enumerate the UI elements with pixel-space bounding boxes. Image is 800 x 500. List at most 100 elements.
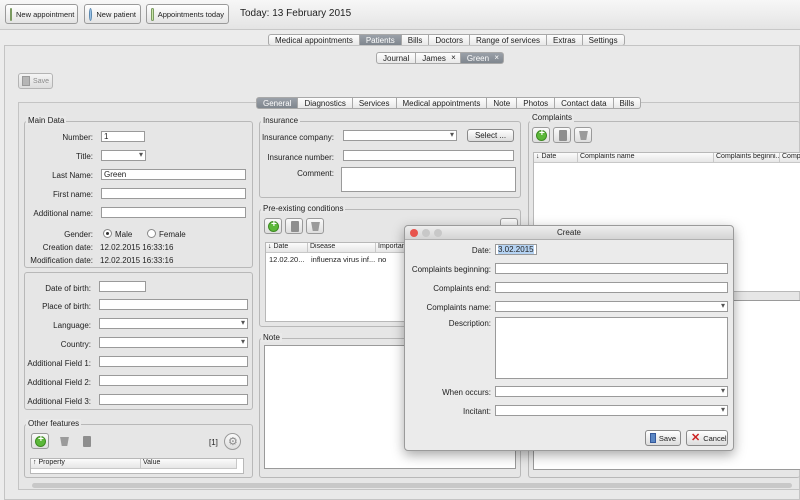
clear-condition-button[interactable] — [306, 218, 324, 234]
bucket-icon — [579, 131, 588, 140]
comment-field[interactable] — [341, 167, 516, 192]
gender-label: Gender: — [64, 230, 93, 239]
additional-field-3-label: Additional Field 3: — [27, 397, 91, 406]
delete-condition-button[interactable] — [285, 218, 303, 234]
calendar-add-icon — [10, 7, 12, 21]
tab-general[interactable]: General — [256, 97, 299, 109]
delete-complaint-button[interactable] — [553, 127, 571, 143]
additional-name-field[interactable] — [101, 207, 246, 218]
dob-label: Date of birth: — [45, 284, 91, 293]
trash-icon — [559, 130, 567, 141]
additional-field-3[interactable] — [99, 394, 248, 405]
tab-medical-appointments-detail[interactable]: Medical appointments — [396, 97, 488, 109]
tab-patient-james[interactable]: James × — [416, 52, 461, 64]
complaints-end-field[interactable] — [495, 282, 728, 293]
dialog-save-button[interactable]: Save — [645, 430, 681, 446]
insurance-number-field[interactable] — [343, 150, 514, 161]
tab-contact-data[interactable]: Contact data — [555, 97, 614, 109]
add-complaint-button[interactable] — [532, 127, 550, 143]
dob-field[interactable] — [99, 281, 146, 292]
col-complaints-beginning[interactable]: Complaints beginni... — [714, 153, 780, 163]
complaints-name-label: Complaints name: — [426, 303, 491, 312]
incitant-select[interactable] — [495, 405, 728, 416]
col-complaint-date[interactable]: ↓ Date — [534, 153, 578, 163]
other-features-title: Other features — [26, 419, 82, 428]
tab-diagnostics[interactable]: Diagnostics — [298, 97, 353, 109]
when-occurs-select[interactable] — [495, 386, 728, 397]
date-field[interactable]: 3.02.2015 — [495, 244, 537, 255]
insurance-company-label: Insurance company: — [261, 133, 334, 142]
last-name-field[interactable]: Green — [101, 169, 246, 180]
new-patient-button[interactable]: New patient — [84, 4, 141, 24]
tab-photos[interactable]: Photos — [517, 97, 556, 109]
additional-field-2-label: Additional Field 2: — [27, 378, 91, 387]
patient-tabs: Journal James × Green × — [376, 52, 505, 64]
country-select[interactable] — [99, 337, 248, 348]
insurance-title: Insurance — [261, 116, 301, 125]
zoom-window-icon[interactable] — [434, 229, 442, 237]
bucket-icon — [60, 437, 69, 446]
description-field[interactable] — [495, 317, 728, 379]
condition-important: no — [378, 255, 387, 264]
minimize-window-icon[interactable] — [422, 229, 430, 237]
tab-bills-detail[interactable]: Bills — [613, 97, 642, 109]
additional-field-2[interactable] — [99, 375, 248, 386]
horizontal-scrollbar[interactable] — [32, 483, 792, 488]
complaints-name-select[interactable] — [495, 301, 728, 312]
close-icon[interactable]: × — [494, 53, 499, 62]
date-label: Date: — [471, 246, 491, 255]
dialog-cancel-button[interactable]: ✕ Cancel — [686, 430, 728, 446]
description-label: Description: — [448, 319, 491, 328]
complaints-beginning-field[interactable] — [495, 263, 728, 274]
col-complaints-more[interactable]: Compl — [780, 153, 800, 163]
gender-male-radio[interactable] — [103, 229, 112, 238]
number-label: Number: — [62, 133, 93, 142]
create-dialog: Create Date: 3.02.2015 Complaints beginn… — [404, 225, 734, 451]
tab-services[interactable]: Services — [352, 97, 397, 109]
col-complaints-name[interactable]: Complaints name — [578, 153, 714, 163]
condition-disease: influenza virus inf... — [311, 255, 376, 264]
number-field[interactable]: 1 — [101, 131, 145, 142]
features-count: [1] — [209, 438, 218, 447]
first-name-field[interactable] — [101, 188, 246, 199]
floppy-icon — [22, 76, 31, 86]
insurance-company-select[interactable] — [343, 130, 457, 141]
when-occurs-label: When occurs: — [442, 388, 491, 397]
insurance-number-label: Insurance number: — [267, 153, 334, 162]
appointments-today-button[interactable]: Appointments today — [146, 4, 229, 24]
pob-field[interactable] — [99, 299, 248, 310]
empty-feature-button[interactable] — [55, 433, 73, 449]
title-select[interactable] — [101, 150, 146, 161]
col-property[interactable]: ↑ Property — [31, 459, 141, 469]
close-window-icon[interactable] — [410, 229, 418, 237]
col-date[interactable]: ↓ Date — [266, 243, 308, 253]
add-condition-button[interactable] — [264, 218, 282, 234]
tab-note[interactable]: Note — [487, 97, 518, 109]
comment-label: Comment: — [297, 169, 334, 178]
calendar-icon — [151, 7, 154, 21]
detail-tabs: General Diagnostics Services Medical app… — [256, 97, 642, 109]
settings-feature-button[interactable]: ⚙ — [224, 433, 241, 450]
gender-female-radio[interactable] — [147, 229, 156, 238]
male-label: Male — [115, 230, 133, 239]
close-icon[interactable]: × — [451, 53, 456, 62]
tab-patient-green[interactable]: Green × — [460, 52, 505, 64]
col-value[interactable]: Value — [141, 459, 237, 469]
delete-feature-button[interactable] — [77, 433, 95, 449]
clear-complaint-button[interactable] — [574, 127, 592, 143]
save-button[interactable]: Save — [18, 73, 53, 89]
creation-date-value: 12.02.2015 16:33:16 — [100, 243, 174, 252]
first-name-label: First name: — [52, 190, 93, 199]
language-select[interactable] — [99, 318, 248, 329]
female-label: Female — [159, 230, 186, 239]
col-disease[interactable]: Disease — [308, 243, 376, 253]
gear-icon: ⚙ — [228, 436, 238, 448]
add-feature-button[interactable] — [31, 433, 49, 449]
additional-field-1[interactable] — [99, 356, 248, 367]
bucket-icon — [311, 222, 320, 231]
new-appointment-button[interactable]: New appointment — [5, 4, 78, 24]
last-name-label: Last Name: — [52, 171, 93, 180]
tab-journal[interactable]: Journal — [376, 52, 417, 64]
select-insurance-button[interactable]: Select ... — [467, 129, 514, 142]
complaints-end-label: Complaints end: — [433, 284, 491, 293]
